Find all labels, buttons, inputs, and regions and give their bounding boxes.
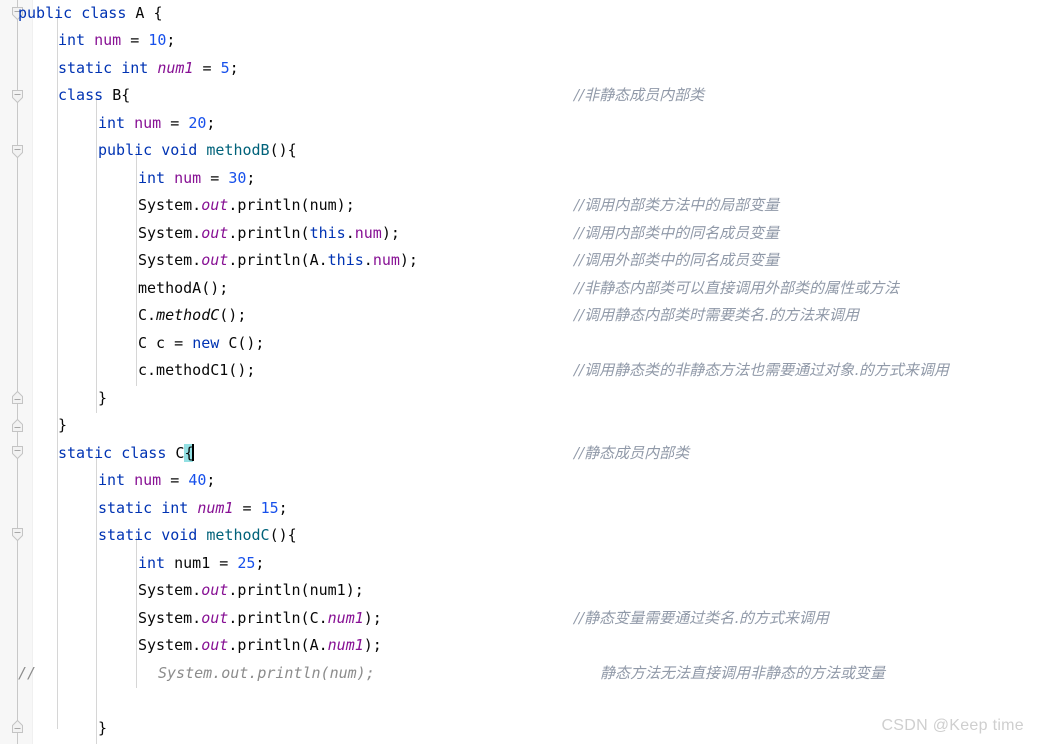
code-line[interactable]: class B{ bbox=[58, 82, 130, 109]
code-line[interactable]: System.out.println(this.num); bbox=[138, 220, 400, 247]
side-comment: //非静态成员内部类 bbox=[574, 86, 705, 104]
code-editor[interactable]: // public class A { int num = 10; static… bbox=[0, 0, 1039, 744]
code-line[interactable]: System.out.println(C.num1); bbox=[138, 605, 382, 632]
text-caret bbox=[192, 444, 195, 461]
code-line[interactable]: public class A { bbox=[18, 0, 163, 27]
code-line[interactable]: System.out.println(A.num1); bbox=[138, 632, 382, 659]
code-line[interactable]: static class C{ bbox=[58, 440, 195, 467]
side-comment: //调用外部类中的同名成员变量 bbox=[574, 251, 780, 269]
side-comment: //静态变量需要通过类名.的方式来调用 bbox=[574, 609, 829, 627]
side-comment: //静态成员内部类 bbox=[574, 444, 690, 462]
code-line[interactable]: int num = 40; bbox=[98, 467, 215, 494]
code-line[interactable]: methodA(); bbox=[138, 275, 228, 302]
code-line[interactable]: System.out.println(num1); bbox=[138, 577, 364, 604]
csdn-watermark: CSDN @Keep time bbox=[881, 717, 1024, 734]
code-line[interactable]: static int num1 = 15; bbox=[98, 495, 288, 522]
code-line[interactable]: C c = new C(); bbox=[138, 330, 264, 357]
code-line[interactable]: static void methodC(){ bbox=[98, 522, 297, 549]
side-comment: 静态方法无法直接调用非静态的方法或变量 bbox=[600, 664, 886, 682]
side-comment: //调用内部类方法中的局部变量 bbox=[574, 196, 780, 214]
code-line[interactable]: int num = 10; bbox=[58, 27, 175, 54]
code-line[interactable]: System.out.println(num); bbox=[138, 192, 355, 219]
code-line[interactable]: public void methodB(){ bbox=[98, 137, 297, 164]
code-line[interactable]: c.methodC1(); bbox=[138, 357, 255, 384]
code-content[interactable]: public class A { int num = 10; static in… bbox=[0, 0, 1039, 744]
side-comment: //非静态内部类可以直接调用外部类的属性或方法 bbox=[574, 279, 900, 297]
code-line[interactable]: int num = 30; bbox=[138, 165, 255, 192]
code-line[interactable]: } bbox=[98, 385, 107, 412]
code-line[interactable]: int num1 = 25; bbox=[138, 550, 264, 577]
side-comment: //调用静态内部类时需要类名.的方法来调用 bbox=[574, 306, 859, 324]
code-line[interactable]: } bbox=[58, 412, 67, 439]
code-line[interactable]: System.out.println(A.this.num); bbox=[138, 247, 418, 274]
code-line[interactable]: } bbox=[98, 715, 107, 742]
code-line[interactable]: C.methodC(); bbox=[138, 302, 246, 329]
side-comment: //调用静态类的非静态方法也需要通过对象.的方式来调用 bbox=[574, 361, 949, 379]
code-line[interactable]: int num = 20; bbox=[98, 110, 215, 137]
side-comment: //调用内部类中的同名成员变量 bbox=[574, 224, 780, 242]
code-line-commented[interactable]: System.out.println(num); bbox=[158, 660, 375, 687]
code-line[interactable]: static int num1 = 5; bbox=[58, 55, 239, 82]
